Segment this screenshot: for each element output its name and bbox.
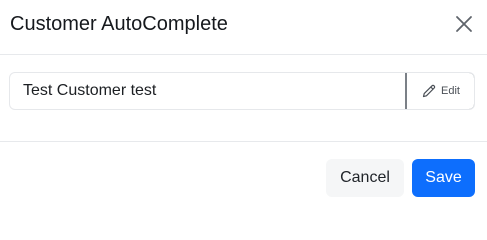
close-button[interactable]: [453, 13, 475, 35]
pencil-icon: [421, 83, 437, 99]
close-icon: [455, 15, 473, 33]
customer-value: Test Customer test: [23, 82, 157, 99]
dialog-title: Customer AutoComplete: [10, 13, 228, 35]
dialog-body: Test Customer test Edit: [0, 55, 487, 142]
save-button[interactable]: Save: [412, 159, 475, 197]
customer-autocomplete-dialog: Customer AutoComplete Test Customer test…: [0, 0, 487, 207]
cancel-button[interactable]: Cancel: [326, 159, 404, 197]
dialog-header: Customer AutoComplete: [0, 0, 487, 55]
dialog-footer: Cancel Save: [0, 142, 487, 207]
edit-button[interactable]: Edit: [405, 73, 474, 109]
edit-label: Edit: [441, 85, 460, 97]
customer-field: Test Customer test Edit: [9, 72, 475, 110]
